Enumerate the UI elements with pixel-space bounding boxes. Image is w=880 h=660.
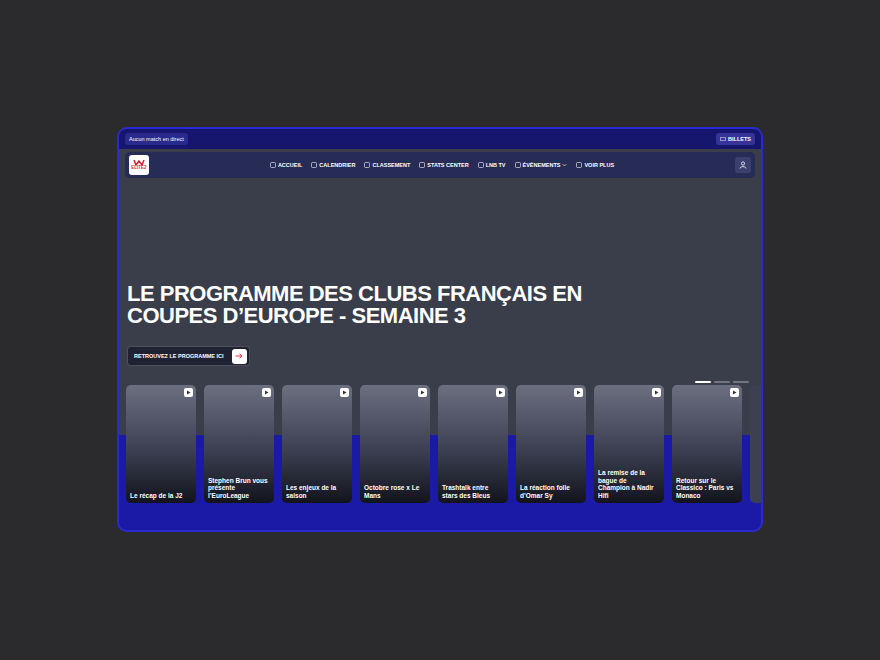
nav-label: STATS CENTER bbox=[427, 161, 468, 169]
chevron-icon bbox=[562, 163, 567, 167]
nav-item[interactable]: LNB TV bbox=[478, 161, 506, 169]
story-icon[interactable] bbox=[574, 388, 583, 397]
nav-icon bbox=[419, 162, 425, 168]
nav-label: ÉVÉNEMENTS bbox=[523, 161, 561, 169]
nav-label: ACCUEIL bbox=[278, 161, 302, 169]
tickets-button[interactable]: BILLETS bbox=[716, 133, 755, 145]
story-title: La remise de la bague de Champion à Nadi… bbox=[598, 469, 660, 499]
story-card[interactable]: Les enjeux de la saison bbox=[282, 385, 352, 503]
story-card[interactable]: Retour sur le Classico : Paris vs Monaco bbox=[672, 385, 742, 503]
story-icon[interactable] bbox=[184, 388, 193, 397]
story-title: Le récap de la J2 bbox=[130, 492, 192, 500]
play-icon bbox=[186, 390, 191, 395]
nav-bar: ELITE2 ACCUEIL CALENDRIER CLASSEMENT STATS … bbox=[125, 152, 755, 178]
nav-icon bbox=[311, 162, 317, 168]
logo-text: ELITE2 bbox=[131, 166, 146, 171]
nav-item[interactable]: STATS CENTER bbox=[419, 161, 468, 169]
story-icon[interactable] bbox=[496, 388, 505, 397]
hero-title: LE PROGRAMME DES CLUBS FRANÇAIS EN COUPE… bbox=[127, 283, 597, 327]
story-card[interactable]: Le récap de la J2 bbox=[126, 385, 196, 503]
nav-icon bbox=[576, 162, 582, 168]
tickets-label: BILLETS bbox=[728, 135, 751, 143]
ticket-icon bbox=[720, 137, 726, 141]
nav-label: LNB TV bbox=[486, 161, 506, 169]
story-title: Les enjeux de la saison bbox=[286, 484, 348, 499]
slide-dot[interactable] bbox=[733, 381, 749, 383]
play-icon bbox=[342, 390, 347, 395]
cta-button[interactable]: RETROUVEZ LE PROGRAMME ICI bbox=[127, 346, 250, 366]
nav-icon bbox=[270, 162, 276, 168]
nav-icon bbox=[515, 162, 521, 168]
story-title: Trashtalk entre stars des Bleus bbox=[442, 484, 504, 499]
nav-item[interactable]: VOIR PLUS bbox=[576, 161, 614, 169]
status-bar: Aucun match en direct BILLETS bbox=[119, 129, 761, 149]
story-title: Retour sur le Classico : Paris vs Monaco bbox=[676, 477, 738, 500]
play-icon bbox=[576, 390, 581, 395]
story-card[interactable]: La réaction folle d’Omar Sy bbox=[516, 385, 586, 503]
story-title: Stephen Brun vous présente l’EuroLeague bbox=[208, 477, 270, 500]
play-icon bbox=[420, 390, 425, 395]
story-card[interactable]: Stephen Brun vous présente l’EuroLeague bbox=[204, 385, 274, 503]
nav-item[interactable]: CALENDRIER bbox=[311, 161, 355, 169]
story-icon[interactable] bbox=[340, 388, 349, 397]
nav-item[interactable]: ÉVÉNEMENTS bbox=[515, 161, 568, 169]
slide-dot[interactable] bbox=[714, 381, 730, 383]
story-icon[interactable] bbox=[652, 388, 661, 397]
nav-label: VOIR PLUS bbox=[584, 161, 614, 169]
story-title: La réaction folle d’Omar Sy bbox=[520, 484, 582, 499]
story-card[interactable]: La remise de la bague de Champion à Nadi… bbox=[594, 385, 664, 503]
nav-icon bbox=[478, 162, 484, 168]
story-icon[interactable] bbox=[730, 388, 739, 397]
crest-icon bbox=[133, 159, 145, 166]
story-icon[interactable] bbox=[262, 388, 271, 397]
story-icon[interactable] bbox=[418, 388, 427, 397]
story-title: Octobre rose x Le Mans bbox=[364, 484, 426, 499]
arrow-icon bbox=[235, 353, 243, 359]
nav-label: CLASSEMENT bbox=[372, 161, 410, 169]
story-card-partial[interactable] bbox=[750, 385, 761, 503]
play-icon bbox=[654, 390, 659, 395]
play-icon bbox=[498, 390, 503, 395]
nav-icon bbox=[364, 162, 370, 168]
live-pill: Aucun match en direct bbox=[125, 133, 188, 145]
play-icon bbox=[732, 390, 737, 395]
user-icon bbox=[739, 161, 747, 169]
story-card[interactable]: Octobre rose x Le Mans bbox=[360, 385, 430, 503]
logo[interactable]: ELITE2 bbox=[129, 155, 149, 175]
play-icon bbox=[264, 390, 269, 395]
nav-label: CALENDRIER bbox=[319, 161, 355, 169]
nav-item[interactable]: CLASSEMENT bbox=[364, 161, 410, 169]
site-window: Aucun match en direct BILLETS ELITE2 ACC… bbox=[117, 127, 763, 532]
nav-item[interactable]: ACCUEIL bbox=[270, 161, 302, 169]
story-card[interactable]: Trashtalk entre stars des Bleus bbox=[438, 385, 508, 503]
account-button[interactable] bbox=[735, 157, 751, 173]
slide-dot[interactable] bbox=[695, 381, 711, 383]
